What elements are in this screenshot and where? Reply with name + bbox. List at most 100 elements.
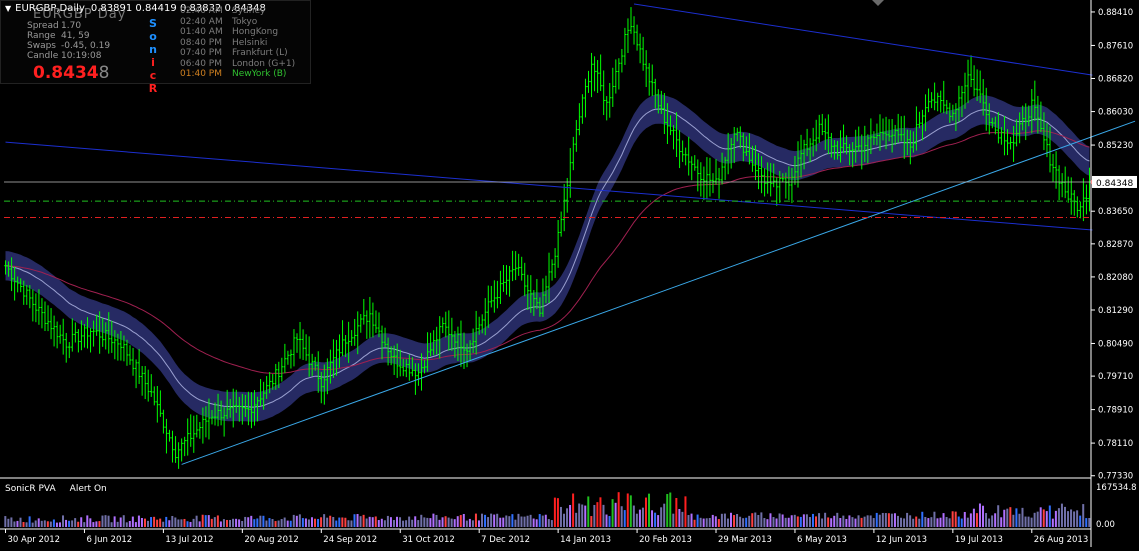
volume-bar [213, 517, 216, 527]
volume-bar [177, 519, 180, 527]
volume-bar [593, 504, 596, 527]
volume-bar [210, 518, 213, 527]
volume-bar [301, 518, 304, 527]
volume-bar [107, 515, 110, 527]
volume-bar [729, 512, 732, 527]
volume-bar [559, 506, 562, 527]
volume-bar [763, 518, 766, 527]
session-row: 06:40 PM London (G+1) [180, 59, 295, 70]
volume-bar [1006, 508, 1009, 527]
volume-bar [468, 518, 471, 527]
volume-bar [572, 493, 575, 527]
volume-bar [487, 517, 490, 527]
stat-value: 1.70 [61, 21, 82, 31]
volume-bar [903, 518, 906, 527]
price-tick-label: 0.80490 [1098, 339, 1133, 349]
dropdown-triangle-icon[interactable]: ▼ [5, 4, 11, 13]
volume-bar [359, 516, 362, 527]
volume-bar [320, 517, 323, 527]
stat-value: 10:19:08 [61, 51, 102, 61]
volume-bar [508, 516, 511, 527]
volume-bar [386, 515, 389, 527]
volume-bar [277, 520, 280, 527]
volume-bar [462, 513, 465, 527]
volume-bar [162, 521, 165, 527]
volume-bar [629, 495, 632, 527]
volume-bar [122, 515, 125, 527]
volume-bar [1018, 513, 1021, 527]
volume-bar [408, 516, 411, 527]
volume-bar [632, 505, 635, 527]
volume-bar [739, 516, 742, 527]
volume-bar [808, 517, 811, 527]
volume-bar [766, 519, 769, 527]
volume-bar [520, 516, 523, 527]
volume-bar [654, 512, 657, 527]
volume-bar [699, 517, 702, 527]
date-tick-label: 24 Sep 2012 [323, 535, 377, 545]
volume-bar [602, 504, 605, 527]
volume-bar [189, 521, 192, 527]
volume-bar [134, 522, 137, 527]
volume-bar [198, 521, 201, 527]
volume-bar [380, 518, 383, 527]
volume-bar [1076, 510, 1079, 527]
volume-bar [617, 492, 620, 527]
volume-bar [1021, 507, 1024, 527]
session-city: HongKong [232, 27, 279, 37]
stat-label: Range [27, 31, 56, 41]
volume-bar [481, 513, 484, 527]
volume-bar [250, 515, 253, 527]
stat-label: Spread [27, 21, 59, 31]
volume-bar [432, 513, 435, 527]
volume-bar [736, 514, 739, 527]
volume-bar [581, 504, 584, 527]
volume-bar [98, 521, 101, 527]
volume-bar [644, 497, 647, 527]
sonicr-letter: o [149, 30, 157, 43]
volume-bar [46, 521, 49, 527]
volume-bar [708, 517, 711, 527]
volume-bar [171, 515, 174, 527]
volume-bar [523, 516, 526, 527]
current-price-label: 0.84348 [1096, 179, 1133, 189]
volume-bar [951, 511, 954, 527]
volume-bar [599, 497, 602, 527]
volume-bar [456, 516, 459, 527]
volume-bar [1088, 518, 1091, 527]
volume-bar [611, 499, 614, 527]
volume-bar [754, 512, 757, 527]
volume-bar [872, 518, 875, 527]
volume-bar [222, 519, 225, 527]
volume-bar [842, 515, 845, 527]
volume-bar [95, 521, 98, 527]
volume-bar [25, 522, 28, 527]
volume-bar [241, 520, 244, 527]
volume-bar [16, 520, 19, 527]
volume-bar [1030, 517, 1033, 527]
volume-bar [693, 519, 696, 527]
ema-line [5, 130, 1090, 374]
volume-bar [292, 514, 295, 527]
volume-bar [453, 519, 456, 527]
volume-bar [720, 513, 723, 527]
volume-bar [511, 514, 514, 527]
stat-row: Candle 10:19:08 [27, 51, 110, 61]
volume-bar [1033, 512, 1036, 527]
volume-bar [156, 519, 159, 527]
volume-bar [608, 516, 611, 527]
session-time: 06:40 PM [180, 58, 222, 69]
volume-bar [356, 513, 359, 527]
volume-bar [651, 510, 654, 527]
lower-channel-line [5, 141, 1093, 231]
volume-bar [286, 520, 289, 527]
volume-bar [374, 516, 377, 527]
volume-bar [450, 518, 453, 527]
volume-bar [657, 515, 660, 527]
rising-trendline [181, 120, 1136, 465]
volume-bar [259, 515, 262, 527]
volume-bar [474, 513, 477, 527]
volume-bar [365, 518, 368, 527]
price-last-digit: 8 [98, 63, 110, 83]
volume-bar [666, 493, 669, 527]
